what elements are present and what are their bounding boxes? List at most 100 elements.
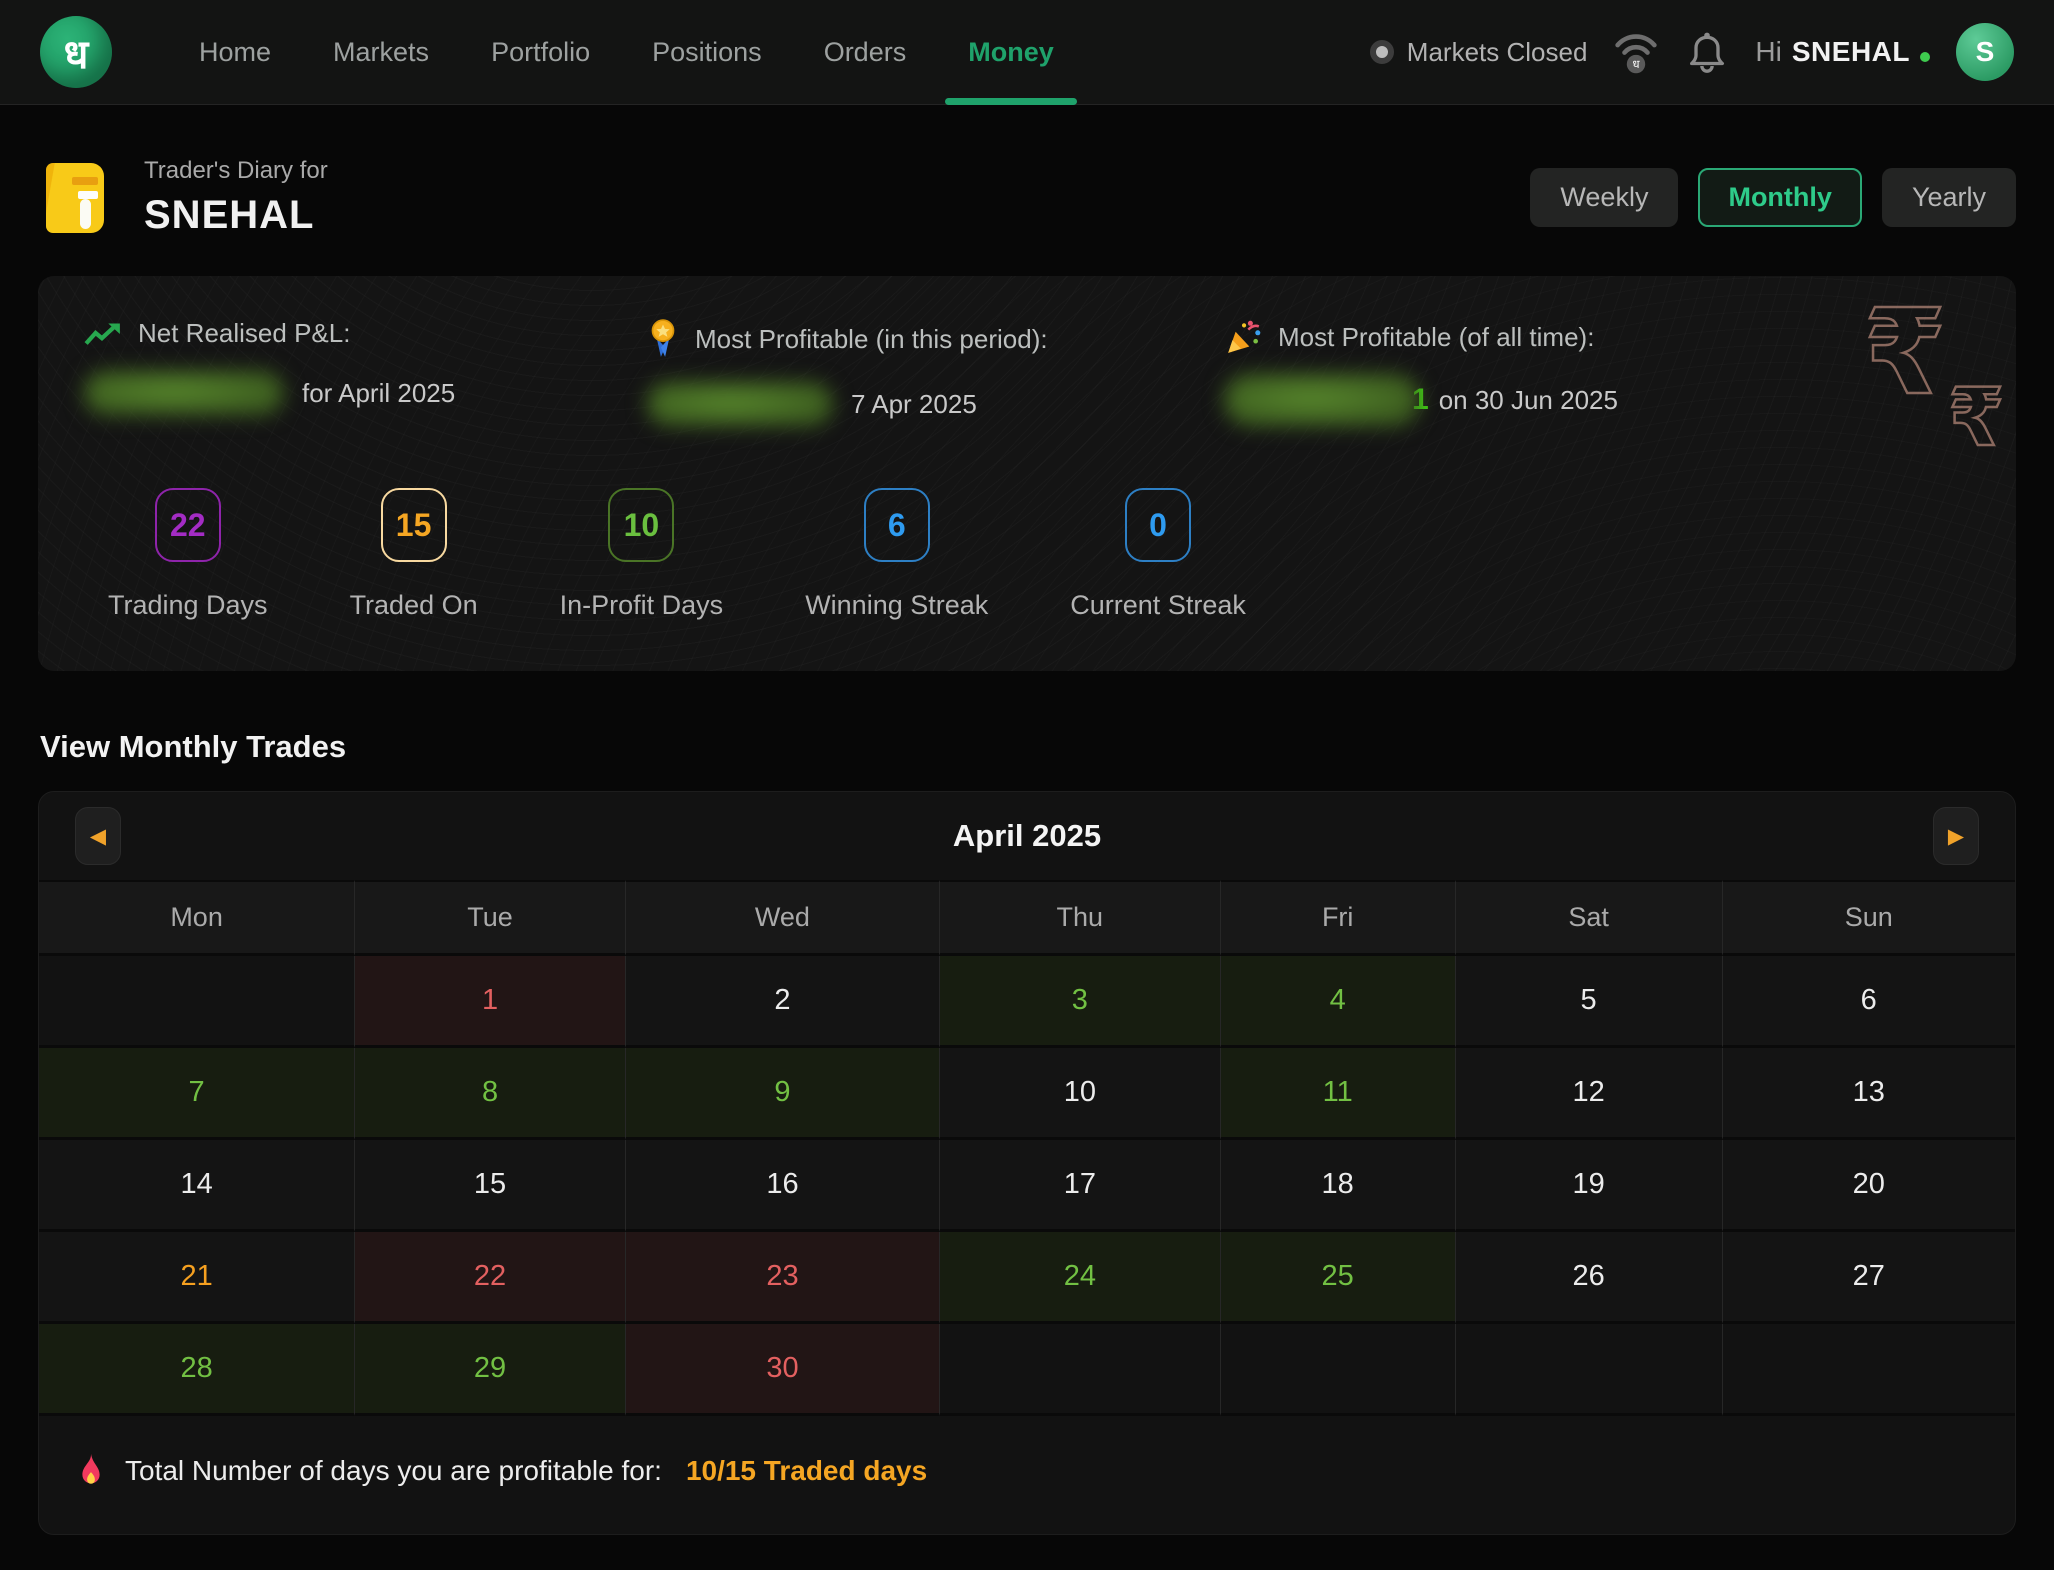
counter-label: Winning Streak bbox=[805, 590, 988, 621]
calendar-cell[interactable]: 28 bbox=[39, 1324, 355, 1416]
nav-item-orders[interactable]: Orders bbox=[793, 0, 938, 105]
tab-monthly[interactable]: Monthly bbox=[1698, 168, 1861, 227]
nav-item-markets[interactable]: Markets bbox=[302, 0, 460, 105]
stats-row: Net Realised P&L: for April 2025 Most Pr… bbox=[84, 318, 1970, 432]
nav-item-positions[interactable]: Positions bbox=[621, 0, 793, 105]
calendar-cell[interactable]: 18 bbox=[1221, 1140, 1456, 1232]
profitable-days-text: Total Number of days you are profitable … bbox=[125, 1455, 662, 1487]
calendar-cell[interactable]: 13 bbox=[1723, 1048, 2016, 1140]
tab-yearly[interactable]: Yearly bbox=[1882, 168, 2016, 227]
user-greeting: Hi SNEHAL bbox=[1755, 36, 1930, 68]
blurred-value bbox=[647, 382, 833, 426]
calendar-cell[interactable]: 14 bbox=[39, 1140, 355, 1232]
calendar-cell bbox=[1723, 1324, 2016, 1416]
weekday-header: Tue bbox=[355, 880, 626, 956]
calendar-cell[interactable]: 16 bbox=[626, 1140, 940, 1232]
counter-label: Trading Days bbox=[108, 590, 268, 621]
counter-in-profit-days: 10 In-Profit Days bbox=[560, 488, 724, 621]
counter-trading-days: 22 Trading Days bbox=[108, 488, 268, 621]
calendar-cell[interactable]: 23 bbox=[626, 1232, 940, 1324]
calendar-week-row: 14 15 16 17 18 19 20 bbox=[39, 1140, 2015, 1232]
diary-header: Trader's Diary for SNEHAL Weekly Monthly… bbox=[46, 157, 2016, 238]
bell-icon[interactable] bbox=[1685, 29, 1729, 75]
calendar-cell[interactable]: 6 bbox=[1723, 956, 2016, 1048]
calendar-cell[interactable]: 26 bbox=[1456, 1232, 1723, 1324]
stat-most-profitable-period: Most Profitable (in this period): 7 Apr … bbox=[647, 318, 1224, 432]
wifi-icon: ध bbox=[1613, 30, 1659, 74]
calendar-cell[interactable]: 27 bbox=[1723, 1232, 2016, 1324]
calendar-week-row: 1 2 3 4 5 6 bbox=[39, 956, 2015, 1048]
stat-label: Most Profitable (in this period): bbox=[695, 324, 1048, 355]
calendar-cell[interactable]: 15 bbox=[355, 1140, 626, 1232]
stat-label: Net Realised P&L: bbox=[138, 318, 350, 349]
nav-item-home[interactable]: Home bbox=[168, 0, 302, 105]
calendar-cell[interactable]: 1 bbox=[355, 956, 626, 1048]
calendar-table: Mon Tue Wed Thu Fri Sat Sun 1 2 3 4 5 6 … bbox=[39, 880, 2015, 1416]
stat-suffix: on 30 Jun 2025 bbox=[1439, 385, 1618, 416]
svg-text:ध: ध bbox=[1633, 59, 1641, 71]
nav-item-money[interactable]: Money bbox=[937, 0, 1085, 105]
counter-value: 6 bbox=[888, 507, 906, 544]
counter-label: In-Profit Days bbox=[560, 590, 724, 621]
trend-up-icon bbox=[84, 319, 122, 349]
counter-value: 10 bbox=[624, 507, 660, 544]
blurred-value bbox=[1224, 374, 1420, 426]
stat-net-pnl: Net Realised P&L: for April 2025 bbox=[84, 318, 647, 432]
counter-traded-on: 15 Traded On bbox=[350, 488, 478, 621]
main-nav: Home Markets Portfolio Positions Orders … bbox=[168, 0, 1085, 105]
calendar-cell[interactable]: 5 bbox=[1456, 956, 1723, 1048]
logo-glyph: ध bbox=[64, 25, 89, 80]
calendar-cell bbox=[1221, 1324, 1456, 1416]
calendar-cell[interactable]: 4 bbox=[1221, 956, 1456, 1048]
calendar-cell[interactable]: 29 bbox=[355, 1324, 626, 1416]
presence-dot bbox=[1920, 52, 1930, 62]
weekday-header: Sun bbox=[1723, 880, 2016, 956]
stat-suffix: for April 2025 bbox=[302, 378, 455, 409]
app-logo[interactable]: ध bbox=[40, 16, 112, 88]
user-avatar[interactable]: S bbox=[1956, 23, 2014, 81]
counters-row: 22 Trading Days 15 Traded On 10 In-Profi… bbox=[84, 488, 1970, 621]
calendar-cell[interactable]: 17 bbox=[940, 1140, 1221, 1232]
market-status: Markets Closed bbox=[1370, 37, 1588, 68]
calendar-cell[interactable]: 10 bbox=[940, 1048, 1221, 1140]
top-navbar: ध Home Markets Portfolio Positions Order… bbox=[0, 0, 2054, 105]
counter-value: 15 bbox=[396, 507, 432, 544]
chevron-left-icon: ◀ bbox=[90, 824, 106, 849]
next-month-button[interactable]: ▶ bbox=[1933, 807, 1979, 865]
prev-month-button[interactable]: ◀ bbox=[75, 807, 121, 865]
section-title: View Monthly Trades bbox=[40, 729, 2054, 765]
avatar-initial: S bbox=[1976, 36, 1995, 68]
calendar-cell[interactable]: 2 bbox=[626, 956, 940, 1048]
ledger-book-icon bbox=[46, 163, 104, 233]
calendar-cell[interactable]: 12 bbox=[1456, 1048, 1723, 1140]
stat-suffix: 7 Apr 2025 bbox=[851, 389, 977, 420]
calendar-cell[interactable]: 25 bbox=[1221, 1232, 1456, 1324]
calendar-cell[interactable]: 21 bbox=[39, 1232, 355, 1324]
blurred-value bbox=[84, 371, 284, 415]
nav-item-portfolio[interactable]: Portfolio bbox=[460, 0, 621, 105]
calendar-cell[interactable]: 22 bbox=[355, 1232, 626, 1324]
market-status-dot bbox=[1370, 40, 1394, 64]
tab-weekly[interactable]: Weekly bbox=[1530, 168, 1678, 227]
calendar-cell[interactable]: 11 bbox=[1221, 1048, 1456, 1140]
chevron-right-icon: ▶ bbox=[1948, 824, 1964, 849]
calendar-cell[interactable]: 7 bbox=[39, 1048, 355, 1140]
medal-icon bbox=[647, 318, 679, 360]
navbar-right: Markets Closed ध Hi SNEHAL S bbox=[1370, 23, 2014, 81]
calendar-cell[interactable]: 8 bbox=[355, 1048, 626, 1140]
calendar-cell[interactable]: 24 bbox=[940, 1232, 1221, 1324]
weekday-header: Fri bbox=[1221, 880, 1456, 956]
calendar-cell[interactable]: 30 bbox=[626, 1324, 940, 1416]
calendar-cell[interactable]: 3 bbox=[940, 956, 1221, 1048]
fire-icon bbox=[77, 1452, 105, 1490]
counter-value: 0 bbox=[1149, 507, 1167, 544]
calendar-week-row: 28 29 30 bbox=[39, 1324, 2015, 1416]
calendar-cell[interactable]: 19 bbox=[1456, 1140, 1723, 1232]
page-title: SNEHAL bbox=[144, 193, 328, 238]
calendar-header: April 2025 ◀ ▶ bbox=[39, 792, 2015, 880]
market-status-label: Markets Closed bbox=[1407, 37, 1588, 68]
profitable-days-value: 10/15 Traded days bbox=[686, 1455, 927, 1487]
calendar-cell[interactable]: 20 bbox=[1723, 1140, 2016, 1232]
calendar-cell[interactable]: 9 bbox=[626, 1048, 940, 1140]
stat-most-profitable-alltime: Most Profitable (of all time): 1 on 30 J… bbox=[1224, 318, 1970, 432]
